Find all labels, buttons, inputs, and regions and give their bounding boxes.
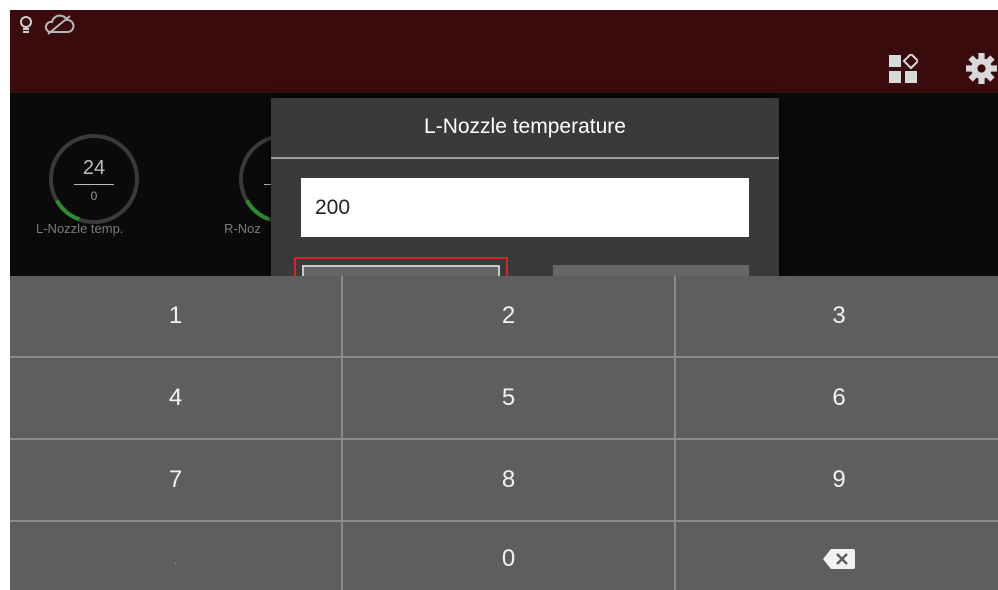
status-bar xyxy=(10,10,998,93)
key-9[interactable]: 9 xyxy=(676,440,998,520)
light-icon[interactable] xyxy=(18,15,34,35)
backspace-icon xyxy=(823,549,855,569)
l-nozzle-label: L-Nozzle temp. xyxy=(36,221,124,236)
numeric-keypad: 1 2 3 4 5 6 7 8 9 . 0 xyxy=(10,276,998,590)
status-panel: 24 0 L-Nozzle temp. R-Noz L-Nozzle tempe… xyxy=(10,93,998,353)
printer-touchscreen: 24 0 L-Nozzle temp. R-Noz L-Nozzle tempe… xyxy=(10,10,998,590)
key-5[interactable]: 5 xyxy=(343,358,674,438)
key-0[interactable]: 0 xyxy=(343,522,674,590)
temperature-input[interactable] xyxy=(301,178,749,237)
key-6[interactable]: 6 xyxy=(676,358,998,438)
key-decimal-point[interactable]: . xyxy=(10,522,341,590)
key-7[interactable]: 7 xyxy=(10,440,341,520)
key-2[interactable]: 2 xyxy=(343,276,674,356)
r-nozzle-label: R-Noz xyxy=(224,221,261,236)
dialog-divider xyxy=(271,157,779,159)
l-nozzle-target-temp: 0 xyxy=(90,189,98,203)
l-nozzle-current-temp: 24 xyxy=(82,157,106,179)
gear-icon[interactable] xyxy=(965,52,998,85)
key-1[interactable]: 1 xyxy=(10,276,341,356)
key-4[interactable]: 4 xyxy=(10,358,341,438)
dashboard-icon[interactable] xyxy=(888,54,918,84)
key-8[interactable]: 8 xyxy=(343,440,674,520)
key-3[interactable]: 3 xyxy=(676,276,998,356)
cloud-icon[interactable] xyxy=(42,14,76,36)
l-nozzle-gauge[interactable]: 24 0 xyxy=(46,131,142,227)
backspace-key[interactable] xyxy=(676,522,998,590)
dialog-title: L-Nozzle temperature xyxy=(424,115,626,138)
gauge-divider xyxy=(74,184,114,185)
